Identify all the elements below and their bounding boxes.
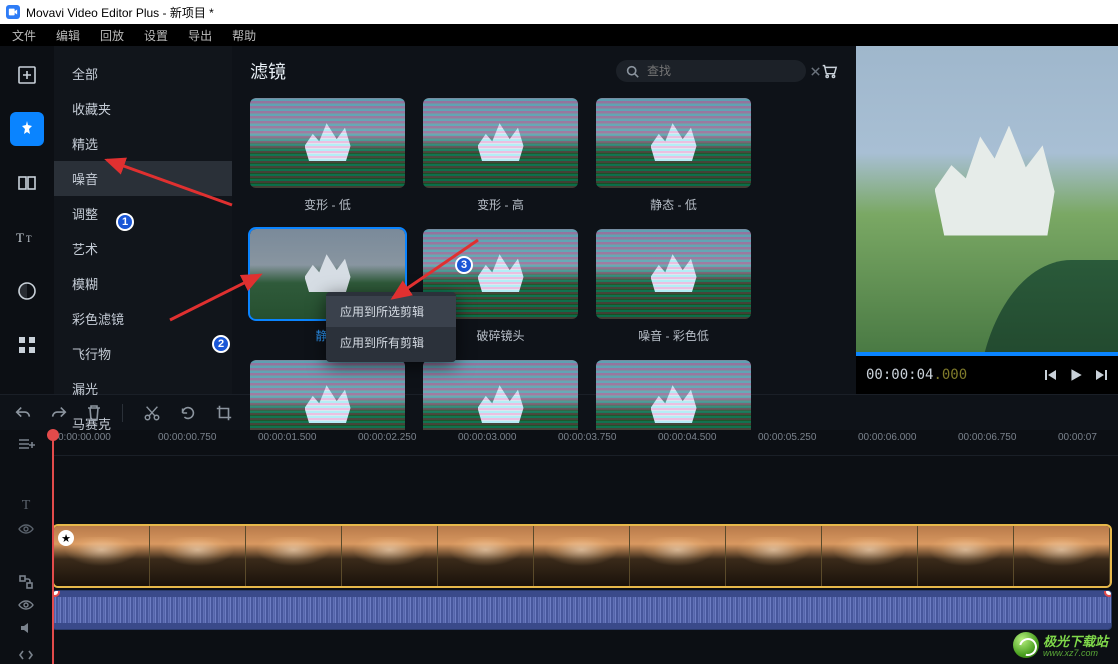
- rotate-button[interactable]: [179, 404, 197, 422]
- audio-track-clip[interactable]: [52, 590, 1112, 630]
- filter-tile[interactable]: 静态 - 低: [596, 98, 751, 213]
- rail-filters-button[interactable]: [10, 112, 44, 146]
- filter-thumb: [250, 98, 405, 188]
- redo-button[interactable]: [50, 404, 68, 422]
- rail-stickers-button[interactable]: [10, 274, 44, 308]
- context-apply-all[interactable]: 应用到所有剪辑: [326, 327, 456, 358]
- context-menu: 应用到所选剪辑 应用到所有剪辑: [326, 292, 456, 362]
- ruler-tick: 00:00:05.250: [758, 432, 816, 443]
- delete-button[interactable]: [86, 404, 102, 422]
- annotation-badge-3: 3: [455, 256, 473, 274]
- track-visibility-icon[interactable]: [14, 519, 38, 538]
- play-button[interactable]: [1068, 367, 1084, 383]
- ruler-tick: 00:00:06.750: [958, 432, 1016, 443]
- ruler-tick: 00:00:03.750: [558, 432, 616, 443]
- timeline-ruler[interactable]: 0:00:00.000 00:00:00.750 00:00:01.500 00…: [52, 430, 1118, 456]
- cut-button[interactable]: [143, 404, 161, 422]
- ruler-tick: 00:00:00.750: [158, 432, 216, 443]
- svg-text:T: T: [16, 230, 24, 245]
- rail-transitions-button[interactable]: [10, 166, 44, 200]
- menu-settings[interactable]: 设置: [134, 27, 178, 44]
- rail-titles-button[interactable]: TT: [10, 220, 44, 254]
- sidebar-item-flying[interactable]: 飞行物: [54, 336, 232, 371]
- ruler-tick: 0:00:00.000: [58, 432, 111, 443]
- menu-playback[interactable]: 回放: [90, 27, 134, 44]
- filter-thumb: [423, 98, 578, 188]
- menu-edit[interactable]: 编辑: [46, 27, 90, 44]
- timecode: 00:00:04.000: [866, 367, 967, 383]
- zoom-fit-button[interactable]: [14, 645, 38, 664]
- sidebar-item-noise[interactable]: 噪音: [54, 161, 232, 196]
- window-titlebar: Movavi Video Editor Plus - 新项目 *: [0, 0, 1118, 24]
- sidebar-item-art[interactable]: 艺术: [54, 231, 232, 266]
- preview-panel: 00:00:04.000: [856, 46, 1118, 394]
- toolbar-separator: [122, 404, 123, 422]
- menu-export[interactable]: 导出: [178, 27, 222, 44]
- context-apply-selected[interactable]: 应用到所选剪辑: [326, 296, 456, 327]
- app-logo: [6, 5, 20, 19]
- filter-tile[interactable]: 变形 - 低: [250, 98, 405, 213]
- link-tracks-icon[interactable]: [14, 573, 38, 592]
- timeline: T 0:00:00.000 00:00:00.750 00:00:01.500 …: [0, 430, 1118, 664]
- preview-viewport[interactable]: [856, 46, 1118, 352]
- filter-label: 变形 - 高: [477, 196, 524, 213]
- tool-rail: TT: [0, 46, 54, 394]
- audio-fade-handle[interactable]: [1104, 590, 1112, 597]
- svg-text:T: T: [26, 234, 32, 244]
- filter-tile[interactable]: 变形 - 高: [423, 98, 578, 213]
- clip-effects-icon[interactable]: ★: [58, 530, 74, 546]
- ruler-tick: 00:00:02.250: [358, 432, 416, 443]
- ruler-tick: 00:00:06.000: [858, 432, 916, 443]
- filter-grid: 变形 - 低 变形 - 高 静态 - 低 静态 破碎镜头 噪音 - 彩色低: [250, 94, 838, 450]
- text-track-icon[interactable]: T: [14, 497, 38, 516]
- sidebar-item-all[interactable]: 全部: [54, 56, 232, 91]
- sidebar-item-light-leak[interactable]: 漏光: [54, 371, 232, 406]
- filter-tile[interactable]: 噪音 - 彩色低: [596, 229, 751, 344]
- watermark-logo: [1013, 632, 1039, 658]
- filter-label: 变形 - 低: [304, 196, 351, 213]
- add-track-button[interactable]: [14, 434, 38, 453]
- search-icon: [626, 65, 639, 78]
- menubar: 文件 编辑 回放 设置 导出 帮助: [0, 24, 1118, 46]
- menu-help[interactable]: 帮助: [222, 27, 266, 44]
- timeline-left-controls: T: [0, 430, 52, 664]
- window-title: Movavi Video Editor Plus - 新项目 *: [26, 4, 214, 21]
- panel-title: 滤镜: [250, 58, 286, 84]
- ruler-tick: 00:00:01.500: [258, 432, 316, 443]
- rail-more-button[interactable]: [10, 328, 44, 362]
- video-track-clip[interactable]: ★: [52, 524, 1112, 588]
- menu-file[interactable]: 文件: [2, 27, 46, 44]
- rail-import-button[interactable]: [10, 58, 44, 92]
- ruler-tick: 00:00:07: [1058, 432, 1097, 443]
- category-sidebar: 全部 收藏夹 精选 噪音 调整 艺术 模糊 彩色滤镜 飞行物 漏光 马赛克: [54, 46, 232, 394]
- filter-thumb: [596, 229, 751, 319]
- annotation-badge-2: 2: [212, 335, 230, 353]
- sidebar-item-blur[interactable]: 模糊: [54, 266, 232, 301]
- filter-thumb: [596, 98, 751, 188]
- undo-button[interactable]: [14, 404, 32, 422]
- search-box[interactable]: [616, 60, 806, 82]
- sidebar-item-featured[interactable]: 精选: [54, 126, 232, 161]
- playhead[interactable]: [52, 430, 54, 664]
- next-frame-button[interactable]: [1094, 368, 1108, 382]
- filter-label: 破碎镜头: [476, 327, 524, 344]
- sidebar-item-color-filter[interactable]: 彩色滤镜: [54, 301, 232, 336]
- main-area: TT 全部 收藏夹 精选 噪音 调整 艺术 模糊 彩色滤镜 飞行物 漏光 马赛克…: [0, 46, 1118, 394]
- prev-frame-button[interactable]: [1044, 368, 1058, 382]
- search-input[interactable]: [647, 64, 802, 78]
- sidebar-item-adjust[interactable]: 调整: [54, 196, 232, 231]
- ruler-tick: 00:00:03.000: [458, 432, 516, 443]
- ruler-tick: 00:00:04.500: [658, 432, 716, 443]
- sidebar-item-favorites[interactable]: 收藏夹: [54, 91, 232, 126]
- filter-label: 静态 - 低: [650, 196, 697, 213]
- watermark: 极光下载站 www.xz7.com: [1013, 631, 1108, 658]
- filter-label: 噪音 - 彩色低: [638, 327, 709, 344]
- crop-button[interactable]: [215, 404, 233, 422]
- annotation-badge-1: 1: [116, 213, 134, 231]
- track-mute-icon[interactable]: [14, 618, 38, 637]
- store-button[interactable]: [820, 62, 838, 80]
- track-eye-icon[interactable]: [14, 595, 38, 614]
